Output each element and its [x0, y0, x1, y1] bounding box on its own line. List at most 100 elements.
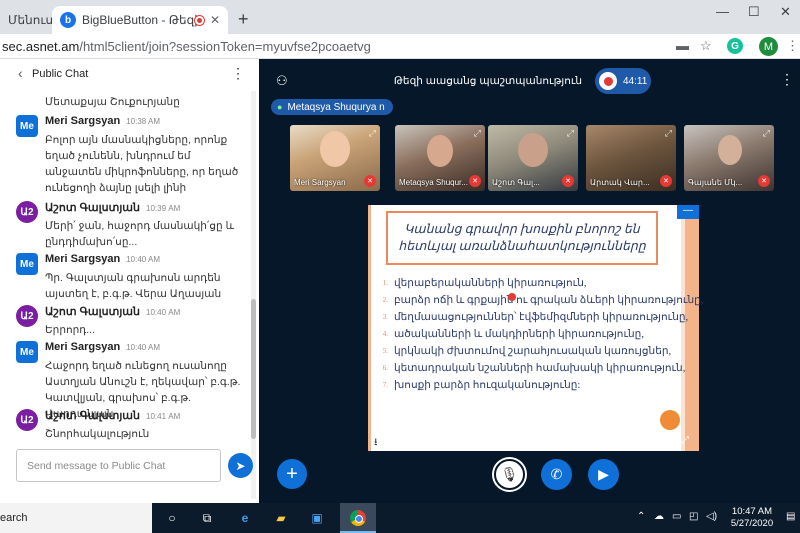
slide-list: 1. վերաբերականների կիրառություն, 2. բարձր … — [374, 277, 704, 396]
close-window-icon[interactable]: ✕ — [780, 4, 791, 20]
video-tile[interactable]: ⤢ Աշոտ Գալ... ✕ — [488, 125, 578, 191]
video-tile[interactable]: ⤢ Metaqsya Shuqur... ✕ — [395, 125, 485, 191]
user-list-icon[interactable]: ⚇ — [276, 73, 288, 89]
volume-icon[interactable]: ◁) — [706, 511, 717, 522]
participant-face — [427, 135, 453, 167]
fullscreen-icon[interactable]: ⤢ — [567, 128, 574, 139]
chevron-left-icon[interactable]: ‹ — [18, 65, 23, 81]
url-path: /html5client/join?sessionToken=myuvfse2p… — [79, 39, 371, 54]
edge-icon[interactable]: e — [236, 509, 254, 527]
network-icon[interactable]: ◰ — [689, 511, 698, 522]
message-time: 10:39 AM — [146, 204, 181, 213]
chat-options-icon[interactable]: ⋮ — [231, 65, 245, 82]
fullscreen-icon[interactable]: ⤢ — [369, 128, 376, 139]
actions-plus-button[interactable]: + — [277, 459, 307, 489]
message-author: Աշոտ Գալստյան 10:41 AM — [45, 409, 180, 422]
slide-border-left — [368, 205, 371, 451]
share-webcam-button[interactable]: ▶ — [588, 459, 619, 490]
conference-main: ⚇ Թեզի աացանց պաշտպանություն 44:11 ⋮ ● M… — [259, 59, 800, 503]
download-icon[interactable]: ⭳ — [374, 435, 378, 452]
message-time: 10:40 AM — [126, 255, 161, 264]
recording-button[interactable]: 44:11 — [595, 68, 651, 94]
author-name: Meri Sargsyan — [45, 115, 121, 127]
taskbar-clock[interactable]: 10:47 AM 5/27/2020 — [722, 506, 782, 530]
fullscreen-icon[interactable]: ⤢ — [474, 128, 481, 139]
list-number: 4. — [382, 330, 388, 338]
talking-indicator[interactable]: ● Metaqsya Shuqurya n — [271, 99, 393, 115]
task-view-icon[interactable]: ⧉ — [198, 509, 216, 527]
video-tile[interactable]: ⤢ Գայանե Մկ... ✕ — [684, 125, 774, 191]
leave-audio-button[interactable]: ✆ — [541, 459, 572, 490]
close-tab-icon[interactable]: ✕ — [210, 13, 220, 27]
chat-message-input[interactable]: Send message to Public Chat — [16, 449, 221, 482]
browser-menu-icon[interactable]: ⋮ — [786, 38, 799, 54]
video-name: Աշոտ Գալ... — [492, 178, 540, 187]
mute-button[interactable]: 🎙 — [494, 459, 525, 490]
clock-time: 10:47 AM — [731, 506, 773, 517]
minimize-presentation-button[interactable]: — — [677, 205, 699, 219]
message-text: Երրորդ... — [45, 324, 96, 336]
store-icon[interactable]: ▣ — [308, 509, 326, 527]
camera-blocked-icon[interactable]: ▬ — [676, 38, 689, 53]
list-text: ածականների և մակդիրների կիրառությունը, — [394, 329, 644, 340]
tab-other[interactable]: Մենուստ... — [0, 6, 52, 34]
list-number: 1. — [382, 279, 388, 287]
chrome-icon — [349, 509, 367, 527]
slide-title: Կանանց գրավոր խոսքին բնորոշ են հետևյալ ա… — [386, 211, 658, 265]
chat-scrollbar-thumb[interactable] — [251, 299, 256, 439]
slide-list-item: 1. վերաբերականների կիրառություն, — [374, 277, 674, 294]
message-time: 10:40 AM — [126, 343, 161, 352]
slide-list-item: 2. բարձր ոճի և գրքային ու գրական ձևերի կի… — [374, 294, 704, 311]
cortana-icon[interactable]: ○ — [163, 509, 181, 527]
maximize-icon[interactable]: ☐ — [748, 4, 760, 20]
author-name: Աշոտ Գալստյան — [45, 306, 140, 318]
tab-label: BigBlueButton - Թեզի աացալ — [82, 13, 198, 27]
fullscreen-icon[interactable]: ⤢ — [763, 128, 770, 139]
fullscreen-icon[interactable]: ⤢ — [665, 128, 672, 139]
camera-icon: ▶ — [598, 466, 609, 482]
muted-mic-icon: ✕ — [660, 175, 672, 187]
chat-title[interactable]: Public Chat — [32, 68, 88, 80]
send-message-button[interactable]: ➤ — [228, 453, 253, 478]
message-author: Աշոտ Գալստյան 10:39 AM — [45, 201, 180, 214]
plus-icon: + — [286, 462, 298, 485]
battery-icon[interactable]: ▭ — [672, 511, 681, 522]
file-explorer-icon[interactable]: ▰ — [272, 509, 290, 527]
video-name: Արտակ Վար... — [590, 178, 650, 187]
options-menu-icon[interactable]: ⋮ — [780, 71, 794, 88]
new-tab-icon[interactable]: + — [238, 9, 249, 30]
weather-icon[interactable]: ☁ — [654, 511, 664, 522]
fullscreen-icon[interactable]: ⤢ — [681, 435, 689, 446]
tab-bigbluebutton[interactable]: b BigBlueButton - Թեզի աացալ ✕ — [52, 6, 228, 34]
slide-list-item: 4. ածականների և մակդիրների կիրառությունը, — [374, 328, 674, 345]
message-author: Meri Sargsyan 10:40 AM — [45, 253, 160, 265]
minimize-icon[interactable]: — — [716, 4, 729, 19]
url-field[interactable]: sec.asnet.am/html5client/join?sessionTok… — [2, 39, 371, 54]
talker-name: Metaqsya Shuqurya n — [287, 101, 385, 113]
taskbar-search[interactable]: earch — [0, 503, 152, 533]
url-host: sec.asnet.am — [2, 39, 80, 54]
grammarly-extension-icon[interactable]: G — [727, 38, 743, 54]
author-name: Meri Sargsyan — [45, 341, 121, 353]
avatar: Ա2 — [16, 305, 38, 327]
message-text: Բոլոր այն մասնակիցները, որոնք եղած չունե… — [45, 134, 239, 194]
chat-panel: ‹ Public Chat ⋮ Մետաքսյա Շուքուրյանը Me … — [0, 59, 259, 503]
message-text: Պր. Գալստյան գրախոսն արդեն այստեղ է, բ.գ… — [45, 272, 222, 300]
presentation-slide[interactable]: — Կանանց գրավոր խոսքին բնորոշ են հետևյալ… — [368, 205, 704, 452]
chrome-taskbar-button[interactable] — [340, 503, 376, 533]
recording-indicator-icon — [195, 16, 204, 25]
author-name: Աշոտ Գալստյան — [45, 202, 140, 214]
slide-list-item: 3. մեղմասացություններ՝ էվֆեմիզմների կիրառ… — [374, 311, 688, 328]
bookmark-star-icon[interactable]: ☆ — [700, 38, 712, 54]
notifications-icon[interactable]: ▤ — [786, 511, 795, 522]
video-tile[interactable]: ⤢ Meri Sargsyan ✕ — [290, 125, 380, 191]
microphone-off-icon: 🎙 — [500, 466, 519, 482]
taskbar: earch ○ ⧉ e ▰ ▣ ⌃ ☁ ▭ ◰ ◁) 10:47 AM 5/27… — [0, 503, 800, 533]
muted-mic-icon: ✕ — [469, 175, 481, 187]
video-tile[interactable]: ⤢ Արտակ Վար... ✕ — [586, 125, 676, 191]
presenter-pointer — [508, 293, 516, 301]
tray-expand-icon[interactable]: ⌃ — [637, 511, 645, 522]
list-number: 7. — [382, 381, 388, 389]
browser-tabstrip: Մենուստ... b BigBlueButton - Թեզի աացալ … — [0, 0, 800, 34]
profile-avatar[interactable]: M — [759, 37, 778, 56]
